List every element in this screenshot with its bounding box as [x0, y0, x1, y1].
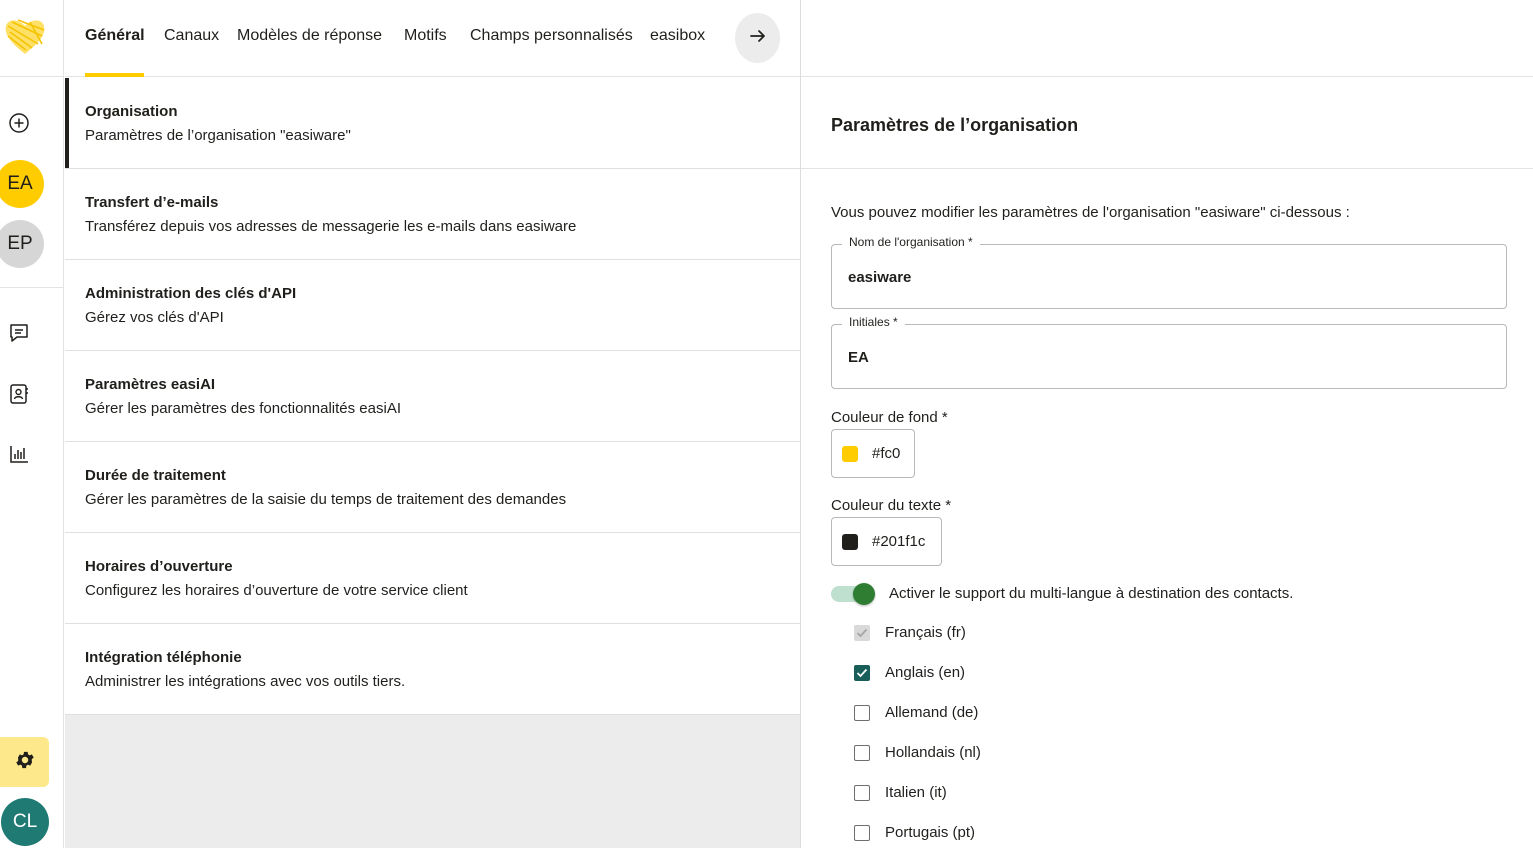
bg-color-picker[interactable]: #fc0 [831, 429, 915, 478]
text-color-picker[interactable]: #201f1c [831, 517, 942, 566]
org-name-label: Nom de l'organisation * [842, 235, 980, 249]
list-item-duree-traitement[interactable]: Durée de traitement Gérer les paramètres… [65, 442, 800, 533]
list-item-title: Administration des clés d'API [85, 285, 297, 302]
list-item-title: Durée de traitement [85, 467, 226, 484]
easiware-logo-icon[interactable] [2, 14, 48, 60]
initials-field[interactable]: Initiales * EA [831, 315, 1507, 389]
left-rail: EA EP CL [0, 0, 64, 848]
tab-easibox[interactable]: easibox [650, 27, 705, 45]
list-item-subtitle: Configurez les horaires d’ouverture de v… [85, 582, 468, 599]
checkbox-en[interactable] [854, 665, 870, 681]
list-item-subtitle: Gérer les paramètres des fonctionnalités… [85, 400, 401, 417]
contacts-icon[interactable] [8, 383, 30, 405]
panel-intro-text: Vous pouvez modifier les paramètres de l… [831, 204, 1350, 221]
tabs-scroll-next-button[interactable] [735, 13, 780, 63]
list-item-title: Organisation [85, 103, 178, 120]
avatar-initials: EP [7, 233, 33, 254]
list-item-title: Intégration téléphonie [85, 649, 242, 666]
initials-label: Initiales * [842, 315, 905, 329]
settings-list: Organisation Paramètres de l’organisatio… [65, 78, 800, 848]
lang-label: Hollandais (nl) [885, 744, 981, 761]
rail-divider [0, 287, 64, 288]
list-item-telephonie[interactable]: Intégration téléphonie Administrer les i… [65, 624, 800, 715]
settings-gear-icon [14, 749, 36, 776]
text-color-swatch [842, 533, 858, 550]
panel-header: Paramètres de l’organisation [801, 78, 1533, 169]
list-item-horaires[interactable]: Horaires d’ouverture Configurez les hora… [65, 533, 800, 624]
lang-label: Portugais (pt) [885, 824, 976, 841]
list-item-cles-api[interactable]: Administration des clés d'API Gérez vos … [65, 260, 800, 351]
active-tab-indicator [85, 73, 144, 77]
tab-modeles-de-reponse[interactable]: Modèles de réponse [237, 27, 382, 45]
bg-color-value: #fc0 [872, 445, 901, 462]
checkbox-nl[interactable] [854, 745, 870, 761]
list-item-subtitle: Transférez depuis vos adresses de messag… [85, 218, 577, 235]
checkbox-fr [854, 625, 870, 641]
lang-label: Français (fr) [885, 624, 966, 641]
avatar-initials: EA [7, 173, 33, 194]
avatar-cl-user[interactable]: CL [1, 798, 49, 846]
arrow-right-icon [748, 26, 768, 51]
checkbox-it[interactable] [854, 785, 870, 801]
list-item-transfert-emails[interactable]: Transfert d’e-mails Transférez depuis vo… [65, 169, 800, 260]
avatar-ep[interactable]: EP [0, 220, 44, 268]
list-item-subtitle: Paramètres de l’organisation "easiware" [85, 127, 351, 144]
list-item-title: Horaires d’ouverture [85, 558, 233, 575]
avatar-initials: CL [12, 811, 38, 832]
org-name-field[interactable]: Nom de l'organisation * easiware [831, 235, 1507, 309]
org-name-value[interactable]: easiware [848, 269, 911, 286]
list-item-title: Transfert d’e-mails [85, 194, 219, 211]
list-item-easiai[interactable]: Paramètres easiAI Gérer les paramètres d… [65, 351, 800, 442]
tab-champs-personnalises[interactable]: Champs personnalisés [470, 27, 633, 45]
bg-color-swatch [842, 445, 858, 462]
rail-divider [0, 76, 64, 77]
checkbox-de[interactable] [854, 705, 870, 721]
add-circle-icon[interactable] [8, 112, 30, 134]
tab-motifs[interactable]: Motifs [404, 27, 447, 45]
checkbox-pt[interactable] [854, 825, 870, 841]
bg-color-label: Couleur de fond * [831, 409, 948, 426]
multilang-toggle-label: Activer le support du multi-langue à des… [889, 585, 1294, 602]
avatar-ea[interactable]: EA [0, 160, 44, 208]
initials-value[interactable]: EA [848, 349, 869, 366]
tab-general[interactable]: Général [85, 27, 145, 45]
text-color-value: #201f1c [872, 533, 926, 550]
list-item-title: Paramètres easiAI [85, 376, 216, 393]
toggle-thumb [853, 583, 875, 605]
right-header-bar [801, 0, 1533, 77]
stats-icon[interactable] [8, 443, 30, 465]
settings-tabs: Général Canaux Modèles de réponse Motifs… [65, 0, 800, 77]
list-item-subtitle: Gérez vos clés d'API [85, 309, 224, 326]
list-item-organisation[interactable]: Organisation Paramètres de l’organisatio… [65, 78, 800, 169]
lang-label: Anglais (en) [885, 664, 966, 681]
multilang-toggle[interactable] [831, 583, 877, 605]
text-color-label: Couleur du texte * [831, 497, 952, 514]
settings-button[interactable] [0, 737, 49, 787]
tab-canaux[interactable]: Canaux [164, 27, 219, 45]
list-item-subtitle: Administrer les intégrations avec vos ou… [85, 673, 406, 690]
panel-title: Paramètres de l’organisation [831, 115, 1079, 135]
lang-label: Italien (it) [885, 784, 947, 801]
list-item-subtitle: Gérer les paramètres de la saisie du tem… [85, 491, 567, 508]
chat-icon[interactable] [8, 322, 30, 344]
lang-label: Allemand (de) [885, 704, 979, 721]
